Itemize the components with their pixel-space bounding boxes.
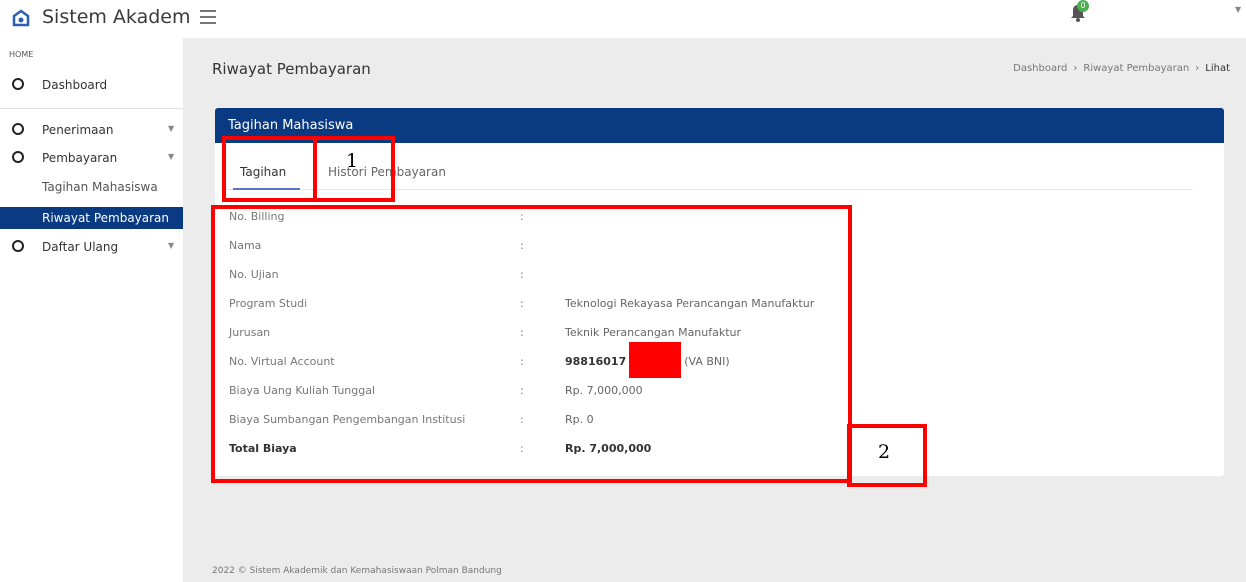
chevron-down-icon: ▼: [168, 152, 175, 161]
annotation-number: 2: [878, 441, 891, 463]
breadcrumb-current: Lihat: [1205, 63, 1230, 74]
chevron-down-icon: ▼: [168, 241, 175, 250]
annotation-box-billing-info: [211, 205, 852, 483]
page-title: Riwayat Pembayaran: [212, 60, 371, 78]
breadcrumb-dashboard[interactable]: Dashboard: [1013, 63, 1067, 74]
sidebar-item-tagihan-mahasiswa[interactable]: Tagihan Mahasiswa: [0, 176, 183, 198]
sidebar-divider: [0, 108, 183, 109]
sidebar-item-riwayat-pembayaran[interactable]: Riwayat Pembayaran: [0, 207, 183, 229]
chevron-down-icon: ▼: [168, 124, 175, 133]
user-menu-chevron-icon[interactable]: ▼: [1235, 5, 1241, 14]
breadcrumb: Dashboard › Riwayat Pembayaran › Lihat: [980, 63, 1230, 74]
top-bar: Sistem Akademik 0 ▼: [0, 0, 1246, 38]
app-title: Sistem Akademik: [42, 6, 190, 28]
sidebar-item-label: Riwayat Pembayaran: [42, 211, 170, 225]
notification-badge: 0: [1077, 0, 1089, 12]
card-title: Tagihan Mahasiswa: [228, 118, 354, 133]
sidebar-item-penerimaan[interactable]: Penerimaan ▼: [0, 117, 183, 143]
sidebar-item-label: Penerimaan: [42, 123, 114, 137]
circle-icon: [12, 78, 24, 90]
footer-text: 2022 © Sistem Akademik dan Kemahasiswaan…: [212, 566, 502, 576]
sidebar-item-label: Tagihan Mahasiswa: [42, 180, 158, 194]
breadcrumb-separator-icon: ›: [1195, 63, 1200, 74]
sidebar-item-label: Pembayaran: [42, 151, 118, 165]
circle-icon: [12, 123, 24, 135]
breadcrumb-riwayat-pembayaran[interactable]: Riwayat Pembayaran: [1083, 63, 1189, 74]
circle-icon: [12, 151, 24, 163]
sidebar-item-label: Daftar Ulang: [42, 240, 119, 254]
sidebar-item-daftar-ulang[interactable]: Daftar Ulang ▼: [0, 234, 183, 260]
logo-icon: [12, 9, 30, 27]
menu-toggle-icon[interactable]: [200, 10, 216, 24]
breadcrumb-separator-icon: ›: [1073, 63, 1078, 74]
sidebar-item-dashboard[interactable]: Dashboard: [0, 72, 183, 98]
sidebar-item-pembayaran[interactable]: Pembayaran ▼: [0, 145, 183, 171]
sidebar-section-label: HOME: [9, 50, 34, 59]
circle-icon: [12, 240, 24, 252]
annotation-number: 1: [346, 150, 359, 172]
annotation-box-tagihan-tab: [222, 136, 317, 202]
sidebar: HOME Dashboard Penerimaan ▼ Pembayaran ▼…: [0, 38, 183, 582]
sidebar-item-label: Dashboard: [42, 78, 108, 92]
